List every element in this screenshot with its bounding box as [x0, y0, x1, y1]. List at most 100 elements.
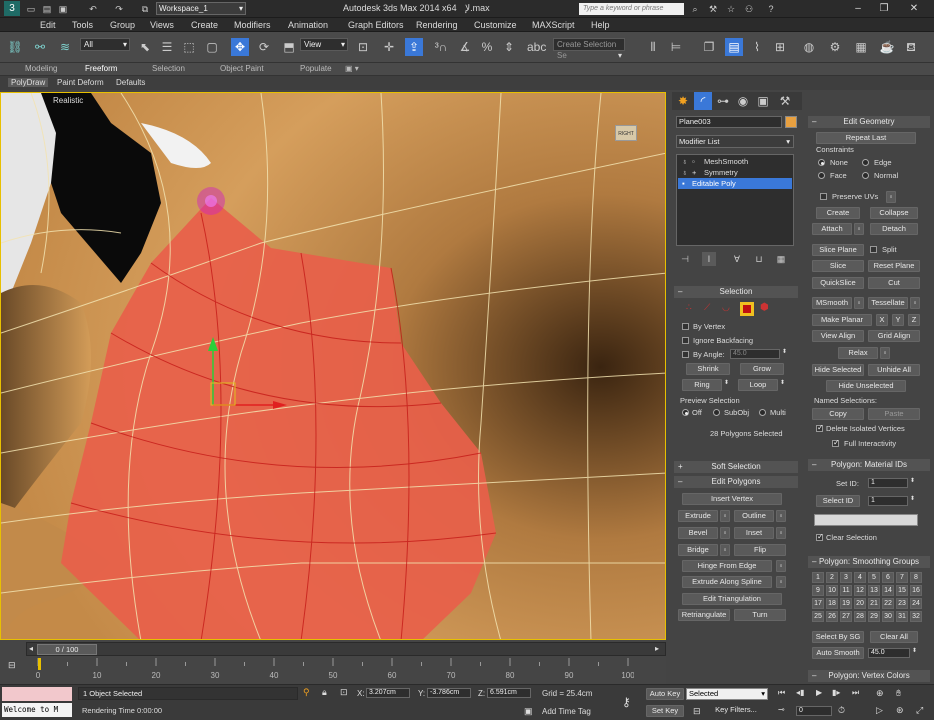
set-id-spinner[interactable]: 1 [868, 478, 908, 488]
extrude-spline-settings-button[interactable]: ▫ [776, 576, 786, 588]
time-slider-next[interactable]: ▸ [655, 644, 659, 653]
key-selection-dropdown[interactable]: Selected ▾ [686, 688, 768, 700]
set-id-arrows[interactable]: ⬍ [910, 477, 915, 484]
manipulate-icon[interactable]: ✛ [380, 38, 398, 56]
attach-settings-button[interactable]: ▫ [854, 223, 864, 235]
relax-button[interactable]: Relax [838, 347, 878, 359]
menu-customize[interactable]: Customize [474, 20, 517, 30]
extrude-along-spline-button[interactable]: Extrude Along Spline [682, 576, 772, 588]
curve-editor-icon[interactable]: ⌇ [748, 38, 766, 56]
bevel-button[interactable]: Bevel [678, 527, 718, 539]
rollout-edit-polygons-header[interactable]: – Edit Polygons [674, 476, 798, 488]
play-icon[interactable]: ▶ [816, 688, 822, 697]
tessellate-settings-button[interactable]: ▫ [910, 297, 920, 309]
keyboard-shortcut-icon[interactable]: ⇪ [405, 38, 423, 56]
smoothing-group-button[interactable]: 23 [896, 598, 908, 609]
loop-button[interactable]: Loop [738, 379, 778, 391]
shrink-button[interactable]: Shrink [686, 363, 730, 375]
attach-button[interactable]: Attach [812, 223, 852, 235]
slice-button[interactable]: Slice [812, 260, 864, 272]
by-angle-spinner[interactable]: 45.0 [730, 349, 780, 359]
time-slider-thumb[interactable]: 0 / 100 [37, 644, 97, 655]
viewport-right[interactable]: Realistic RIGHT [0, 92, 666, 640]
search-input[interactable]: Type a keyword or phrase [579, 3, 684, 15]
menu-help[interactable]: Help [591, 20, 610, 30]
communication-icon[interactable]: ☆ [724, 0, 738, 18]
planar-x-button[interactable]: X [876, 314, 888, 326]
auto-smooth-arrows[interactable]: ⬍ [912, 647, 917, 654]
preview-off-radio[interactable] [682, 409, 689, 416]
binoculars-icon[interactable]: ⌕ [688, 0, 702, 18]
stack-item-meshsmooth[interactable]: ♁ ▫ MeshSmooth [678, 156, 792, 167]
zoom-icon[interactable]: ⊕ [876, 688, 884, 699]
smoothing-group-button[interactable]: 26 [826, 611, 838, 622]
save-file-icon[interactable]: ▣ [56, 0, 70, 18]
viewcube[interactable]: RIGHT [615, 125, 637, 141]
smoothing-group-button[interactable]: 5 [868, 572, 880, 583]
redo-icon[interactable]: ↷ [112, 0, 126, 18]
border-mode-icon[interactable]: ◡ [722, 302, 730, 313]
ribbon-tab-populate[interactable]: Populate [300, 64, 332, 73]
key-mode-toggle-icon[interactable]: ⊸ [778, 705, 785, 714]
split-checkbox[interactable] [870, 246, 877, 253]
relax-settings-button[interactable]: ▫ [880, 347, 890, 359]
select-rotate-icon[interactable]: ⟳ [255, 38, 273, 56]
layer-explorer-icon[interactable]: ❐ [700, 38, 718, 56]
maxscript-listener[interactable]: Welcome to M [2, 703, 72, 717]
quickslice-button[interactable]: QuickSlice [812, 277, 864, 289]
constraint-normal-radio[interactable] [862, 172, 869, 179]
help-icon[interactable]: ? [764, 0, 778, 18]
snaps-toggle-icon[interactable]: ³∩ [432, 38, 450, 56]
link-icon[interactable]: ⛓ [6, 38, 24, 56]
modify-tab-icon[interactable]: ◜ [694, 92, 712, 110]
rollout-soft-selection-header[interactable]: + Soft Selection [674, 461, 798, 473]
ignore-backfacing-checkbox[interactable] [682, 337, 689, 344]
add-time-tag-icon[interactable]: ▣ [524, 706, 533, 717]
smoothing-group-button[interactable]: 28 [854, 611, 866, 622]
flip-button[interactable]: Flip [734, 544, 786, 556]
ribbon-tab-freeform[interactable]: Freeform [85, 64, 117, 73]
goto-start-icon[interactable]: ⏮ [778, 688, 785, 698]
unhide-all-button[interactable]: Unhide All [868, 364, 920, 376]
pivot-center-icon[interactable]: ⊡ [354, 38, 372, 56]
preserve-uvs-checkbox[interactable] [820, 193, 827, 200]
constraint-face-radio[interactable] [818, 172, 825, 179]
select-id-spinner[interactable]: 1 [868, 496, 908, 506]
stack-item-editable-poly[interactable]: ▪ Editable Poly [678, 178, 792, 189]
by-angle-spinner-arrows[interactable]: ⬍ [782, 348, 787, 355]
subscription-icon[interactable]: ⚒ [706, 0, 720, 18]
grow-button[interactable]: Grow [740, 363, 784, 375]
hide-selected-button[interactable]: Hide Selected [812, 364, 864, 376]
z-coordinate-field[interactable]: 6.591cm [487, 688, 531, 698]
smoothing-group-button[interactable]: 17 [812, 598, 824, 609]
viewport-label[interactable]: Realistic [53, 96, 83, 105]
make-unique-icon[interactable]: ∀ [730, 252, 744, 266]
orbit-icon[interactable]: ⊛ [896, 705, 904, 716]
smoothing-group-button[interactable]: 3 [840, 572, 852, 583]
pin-stack-icon[interactable]: ⊣ [678, 252, 692, 266]
current-frame-field[interactable]: 0 [796, 706, 832, 716]
selection-filter-dropdown[interactable]: All ▾ [80, 38, 130, 51]
extrude-button[interactable]: Extrude [678, 510, 718, 522]
bridge-settings-button[interactable]: ▫ [720, 544, 730, 556]
motion-tab-icon[interactable]: ◉ [734, 92, 752, 110]
detach-button[interactable]: Detach [870, 223, 918, 235]
smoothing-group-button[interactable]: 24 [910, 598, 922, 609]
mini-curve-editor-icon[interactable]: ⊟ [8, 660, 16, 671]
edge-mode-icon[interactable]: ⟋ [704, 302, 710, 313]
key-filters-button[interactable]: Key Filters... [704, 705, 768, 717]
toggle-ribbon-icon[interactable]: ▤ [725, 38, 743, 56]
hierarchy-tab-icon[interactable]: ⊶ [714, 92, 732, 110]
edit-triangulation-button[interactable]: Edit Triangulation [682, 593, 782, 605]
track-bar[interactable]: 0 10 20 30 40 50 60 70 80 90 100 [34, 658, 635, 682]
select-by-sg-button[interactable]: Select By SG [812, 631, 864, 643]
ring-button[interactable]: Ring [682, 379, 722, 391]
menu-group[interactable]: Group [110, 20, 135, 30]
ribbon-subtab-paint-deform[interactable]: Paint Deform [54, 78, 107, 87]
key-filters-icon[interactable]: ⊟ [693, 706, 701, 717]
full-interactivity-checkbox[interactable] [832, 438, 840, 447]
ribbon-subtab-polydraw[interactable]: PolyDraw [8, 78, 49, 87]
smoothing-group-button[interactable]: 6 [882, 572, 894, 583]
menu-modifiers[interactable]: Modifiers [234, 20, 271, 30]
smoothing-group-button[interactable]: 29 [868, 611, 880, 622]
